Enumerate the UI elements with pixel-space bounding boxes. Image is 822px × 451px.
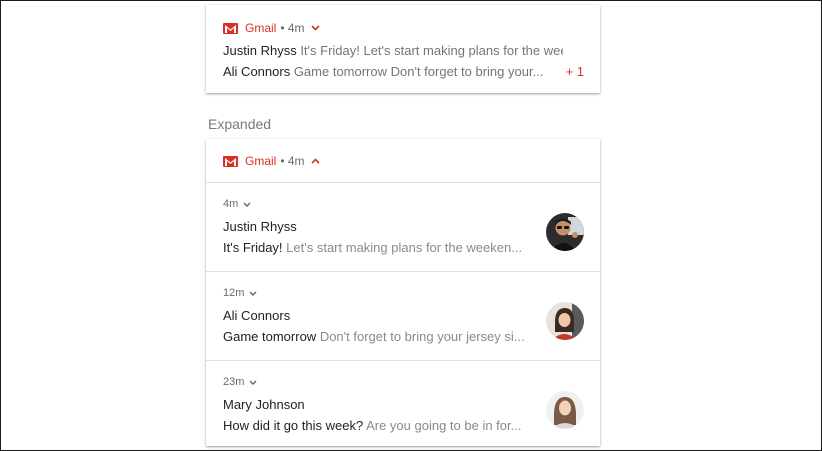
notification-line: Ali Connors Game tomorrow Don't forget t… <box>223 64 563 79</box>
message-time: 23m <box>223 376 245 388</box>
message-item[interactable]: 23m Mary Johnson How did it go this week… <box>206 361 600 446</box>
gmail-icon <box>223 155 238 167</box>
sender-name: Ali Connors <box>223 64 291 79</box>
message-time-row: 12m <box>223 287 257 299</box>
more-count-badge: + 1 <box>565 64 584 79</box>
notification-time: • 4m <box>280 21 305 35</box>
notification-line: Justin Rhyss It's Friday! Let's start ma… <box>223 43 563 58</box>
notification-time: • 4m <box>280 154 305 168</box>
message-preview: Are you going to be in for... <box>363 418 522 433</box>
message-text: How did it go this week? Are you going t… <box>223 418 528 433</box>
sender-name: Mary Johnson <box>223 397 305 412</box>
chevron-down-icon[interactable] <box>243 202 251 207</box>
collapsed-notification-card[interactable]: Gmail • 4m Justin Rhyss It's Friday! Let… <box>206 5 600 93</box>
avatar <box>546 213 584 251</box>
sender-name: Justin Rhyss <box>223 219 297 234</box>
message-subject: It's Friday! <box>223 240 283 255</box>
message-time: 4m <box>223 198 239 210</box>
message-subject: How did it go this week? <box>223 418 364 433</box>
message-time-row: 23m <box>223 376 257 388</box>
message-preview: Don't forget to bring your jersey si... <box>316 329 525 344</box>
chevron-down-icon[interactable] <box>310 25 320 31</box>
message-preview: It's Friday! Let's start making plans fo… <box>296 43 563 58</box>
chevron-up-icon[interactable] <box>310 158 320 164</box>
chevron-down-icon[interactable] <box>249 291 257 296</box>
expanded-notification-card[interactable]: Gmail • 4m 4m Justin Rhyss It's Friday! … <box>206 139 600 446</box>
message-preview: Game tomorrow Don't forget to bring your… <box>290 64 544 79</box>
notification-header: Gmail • 4m <box>223 154 320 168</box>
message-text: It's Friday! Let's start making plans fo… <box>223 240 528 255</box>
message-item[interactable]: 12m Ali Connors Game tomorrow Don't forg… <box>206 272 600 361</box>
app-name: Gmail <box>245 21 277 35</box>
section-label: Expanded <box>208 116 272 132</box>
message-subject: Game tomorrow <box>223 329 317 344</box>
sender-name: Ali Connors <box>223 308 291 323</box>
message-time: 12m <box>223 287 245 299</box>
avatar <box>546 391 584 429</box>
avatar <box>546 302 584 340</box>
chevron-down-icon[interactable] <box>249 380 257 385</box>
notification-header: Gmail • 4m <box>223 21 320 35</box>
app-name: Gmail <box>245 154 277 168</box>
message-text: Game tomorrow Don't forget to bring your… <box>223 329 528 344</box>
sender-name: Justin Rhyss <box>223 43 297 58</box>
message-item[interactable]: 4m Justin Rhyss It's Friday! Let's start… <box>206 183 600 272</box>
message-preview: Let's start making plans for the weeken.… <box>282 240 523 255</box>
gmail-icon <box>223 22 238 34</box>
message-time-row: 4m <box>223 198 251 210</box>
